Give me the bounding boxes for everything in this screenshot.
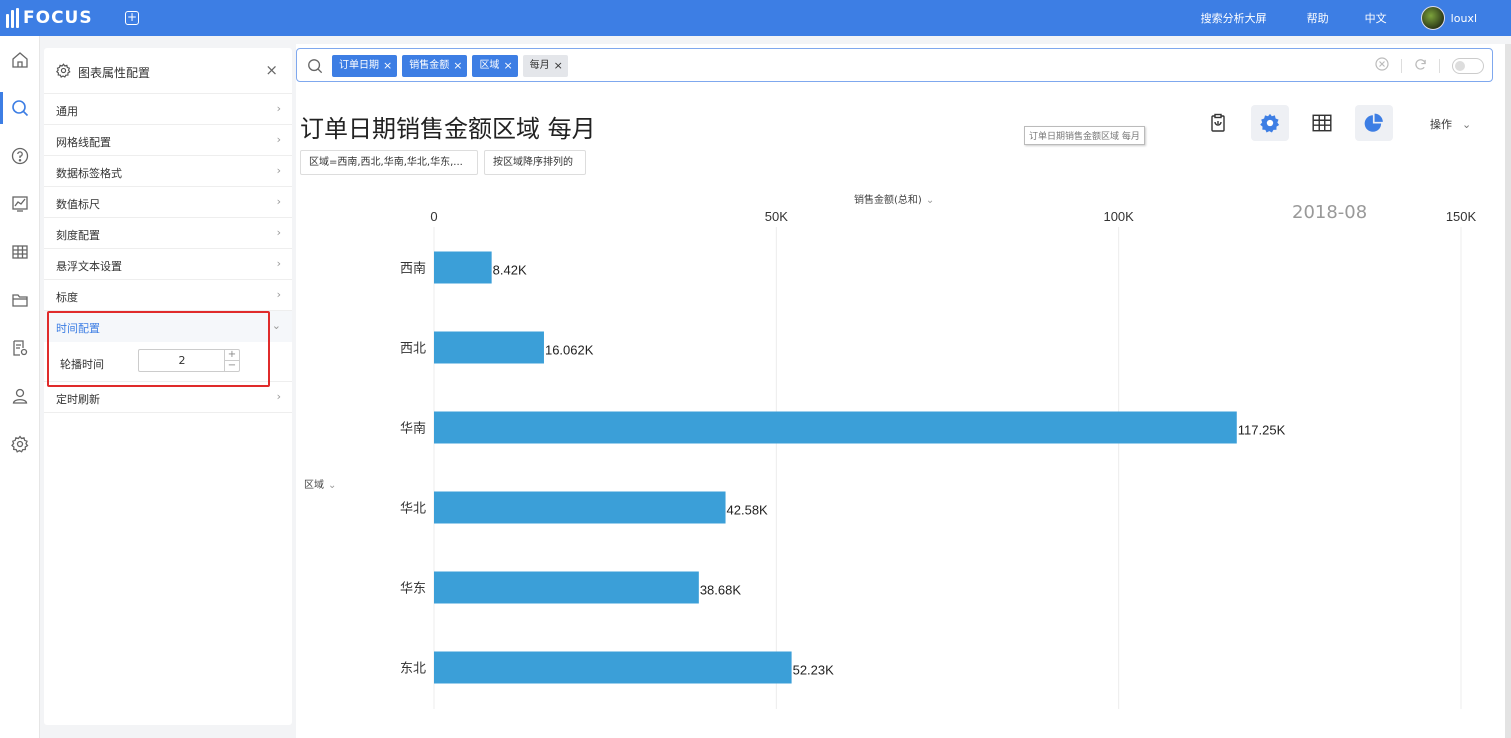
main-area: 订单日期 × 销售金额 × 区域 × 每月 × 订单日期销售金额区域 每月 订单日期销售金额区… [296,44,1511,738]
category-label: 东北 [400,662,426,677]
avatar[interactable] [1420,6,1445,30]
category-label: 华南 [400,421,426,437]
menu-item-3[interactable]: 数值标尺 › [44,187,292,218]
carousel-time-stepper[interactable]: 2 + − [138,349,240,372]
chevron-right-icon: › [276,164,281,177]
bar[interactable] [434,251,492,284]
bar[interactable] [434,651,792,684]
chart-icon[interactable] [0,184,40,224]
report-settings-icon[interactable] [0,328,40,368]
bar[interactable] [434,571,699,604]
folder-icon[interactable] [0,280,40,320]
menu-item-label: 数据标签格式 [56,167,122,180]
gear-icon [56,63,71,81]
data-label: 8.42K [493,263,527,278]
topbar-link-language[interactable]: 中文 [1365,10,1387,26]
carousel-time-label: 轮播时间 [60,358,104,371]
logo-mark-icon [6,8,19,28]
category-label: 西南 [400,261,426,277]
chevron-right-icon: › [276,257,281,270]
new-tab-plus-icon[interactable]: + [125,11,139,25]
top-bar: FOCUS + 搜索分析大屏 帮助 中文 louxl [0,0,1511,36]
bar-chart: 0 50K 100K 150K 西南 8.42K 西北 16.062K 华南 117.25K 华北 4… [400,209,1477,709]
topbar-link-dashboard[interactable]: 搜索分析大屏 [1201,10,1267,26]
table-icon[interactable] [0,232,40,272]
close-icon[interactable]: × [265,61,278,79]
bar[interactable] [434,331,544,364]
chevron-right-icon: › [276,133,281,146]
chevron-right-icon: › [276,102,281,115]
menu-item-label: 通用 [56,105,78,118]
user-name[interactable]: louxl [1451,12,1477,25]
menu-item-4[interactable]: 刻度配置 › [44,218,292,249]
data-label: 16.062K [545,343,594,358]
menu-item-label: 定时刷新 [56,393,100,406]
chevron-right-icon: › [276,195,281,208]
x-tick-label: 0 [430,209,437,224]
help-icon[interactable] [0,136,40,176]
carousel-time-value[interactable]: 2 [139,354,225,367]
menu-item-6[interactable]: 标度 › [44,280,292,311]
panel-header: 图表属性配置 × [44,48,292,94]
menu-item-7[interactable]: 时间配置 ⌄ [44,311,292,342]
data-label: 117.25K [1238,423,1286,438]
data-label: 52.23K [793,663,835,678]
chevron-right-icon: › [276,288,281,301]
menu-item-8[interactable]: 定时刷新 › [44,382,292,413]
topbar-link-help[interactable]: 帮助 [1307,10,1329,26]
menu-item-label: 网格线配置 [56,136,111,149]
panel-title: 图表属性配置 [78,66,151,80]
menu-item-0[interactable]: 通用 › [44,94,292,125]
vertical-scrollbar[interactable] [1505,44,1511,738]
bar[interactable] [434,491,726,524]
focus-logo[interactable]: FOCUS [6,7,93,29]
x-tick-label: 150K [1446,209,1477,224]
carousel-time-row: 轮播时间 2 + − [44,343,292,382]
menu-item-label: 标度 [56,291,78,304]
data-label: 42.58K [727,503,769,518]
x-tick-label: 50K [765,209,788,224]
settings-icon[interactable] [0,424,40,464]
decrement-button[interactable]: − [225,360,239,371]
bar[interactable] [434,411,1237,444]
menu-item-label: 时间配置 [56,322,100,335]
data-label: 38.68K [700,583,742,598]
increment-button[interactable]: + [225,350,239,360]
chart-config-panel: 图表属性配置 × 通用 › 网格线配置 › 数据标签格式 › 数值标尺 › 刻度配置 › 悬浮文本设… [44,48,292,725]
search-icon[interactable] [0,88,40,128]
category-label: 西北 [400,342,426,357]
chevron-down-icon: ⌄ [271,319,281,332]
logo-text: FOCUS [23,8,93,28]
chevron-right-icon: › [276,390,281,403]
category-label: 华北 [400,502,426,517]
chevron-right-icon: › [276,226,281,239]
home-icon[interactable] [0,40,40,80]
menu-item-1[interactable]: 网格线配置 › [44,125,292,156]
nav-rail [0,36,40,738]
menu-item-5[interactable]: 悬浮文本设置 › [44,249,292,280]
user-icon[interactable] [0,376,40,416]
menu-item-label: 悬浮文本设置 [56,260,122,273]
x-tick-label: 100K [1103,209,1134,224]
category-label: 华东 [400,582,426,597]
menu-item-label: 刻度配置 [56,229,100,242]
menu-item-label: 数值标尺 [56,198,100,211]
menu-item-2[interactable]: 数据标签格式 › [44,156,292,187]
